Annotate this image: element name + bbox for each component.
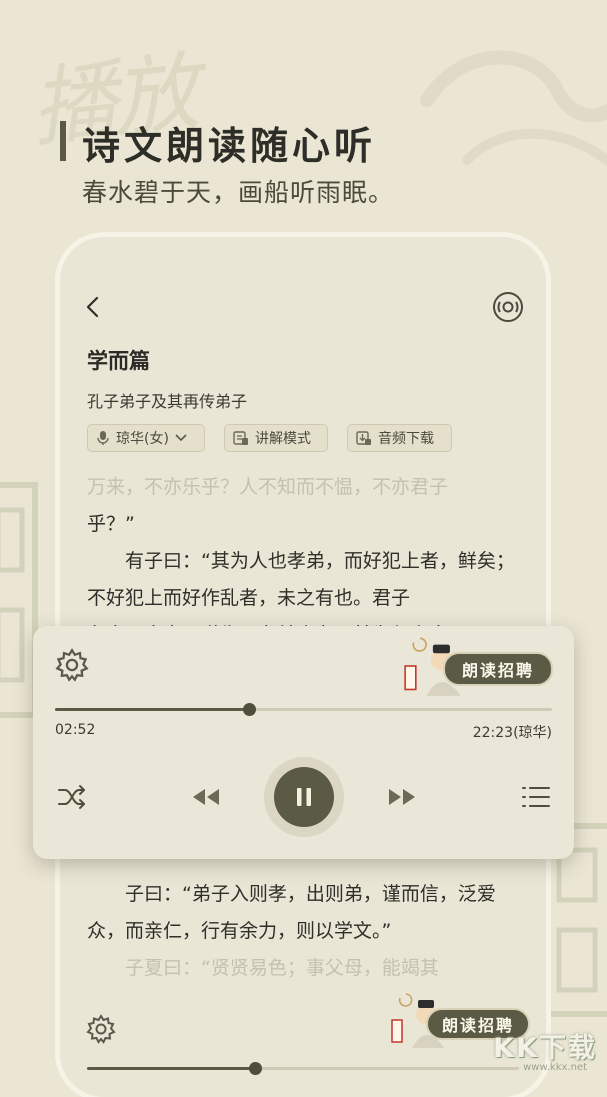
audio-download-chip[interactable]: 音频下载 [347, 424, 452, 452]
pause-button[interactable] [264, 757, 344, 837]
article-paragraph: 有子曰：“其为人也孝弟，而好犯上者，鲜矣；不好犯上而好作乱者，未之有也。君子 [87, 550, 515, 609]
explain-mode-icon [233, 431, 248, 445]
settings-gear-icon[interactable] [55, 648, 89, 682]
chapter-title: 学而篇 [87, 349, 150, 373]
chapter-author: 孔子弟子及其再传弟子 [87, 392, 248, 411]
microphone-icon [97, 431, 109, 445]
explain-mode-chip[interactable]: 讲解模式 [224, 424, 328, 452]
article-line-faded: 万来，不亦乐乎？人不知而不愠，不亦君子 [87, 476, 449, 498]
article-paragraph-faded: 子夏曰：“贤贤易色；事父母，能竭其 [125, 957, 439, 979]
progress-track[interactable] [55, 703, 552, 716]
voice-chip-label: 琼华(女) [116, 431, 169, 447]
explain-chip-label: 讲解模式 [255, 431, 311, 447]
fast-forward-icon[interactable] [387, 787, 417, 807]
rewind-icon[interactable] [191, 787, 221, 807]
hero-subtitle: 春水碧于天，画船听雨眠。 [82, 178, 395, 207]
progress-knob[interactable] [242, 703, 256, 716]
recruit-button[interactable]: 朗读招聘 [443, 652, 553, 686]
article-paragraph: 子曰：“弟子入则孝，出则弟，谨而信，泛爱众，而亲仁，行有余力，则以学文。” [87, 883, 496, 942]
vinyl-disc-icon[interactable] [492, 291, 524, 323]
recruit-banner[interactable]: 朗读招聘 [403, 636, 553, 696]
site-watermark: KK下载 [493, 1033, 597, 1064]
cloud-decoration [420, 50, 607, 165]
article-line-end: 乎？” [87, 513, 135, 535]
pause-button-inner [274, 767, 334, 827]
back-icon[interactable] [82, 295, 106, 319]
audio-player-card: 朗读招聘 02:52 22:23(琼华) [33, 626, 574, 859]
audio-download-icon [356, 431, 371, 445]
current-time: 02:52 [55, 722, 96, 738]
total-time: 22:23(琼华) [472, 725, 552, 741]
bottom-progress-knob[interactable] [249, 1062, 263, 1075]
hero-title: 诗文朗读随心听 [82, 123, 377, 168]
site-watermark-url: www.kkx.net [523, 1062, 587, 1073]
download-chip-label: 音频下载 [378, 431, 434, 447]
playlist-icon[interactable] [521, 785, 551, 809]
progress-fill [55, 708, 249, 711]
pause-icon [297, 788, 311, 806]
shuffle-icon[interactable] [57, 784, 87, 810]
settings-gear-icon[interactable] [86, 1014, 116, 1044]
hero-accent-bar [60, 121, 66, 161]
bottom-progress-track[interactable] [87, 1062, 519, 1075]
voice-select-chip[interactable]: 琼华(女) [87, 424, 205, 452]
chevron-down-icon [175, 434, 187, 442]
bottom-progress-fill [87, 1067, 256, 1070]
